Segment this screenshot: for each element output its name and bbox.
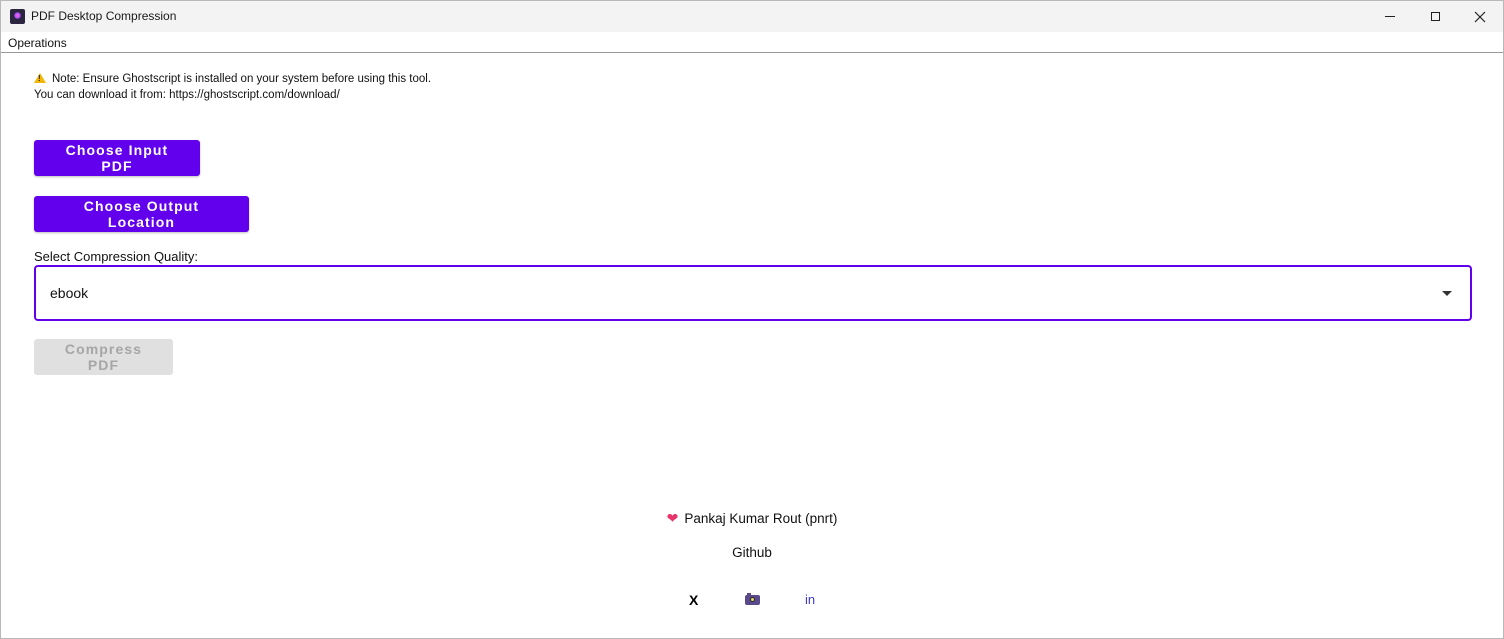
compression-quality-label: Select Compression Quality: xyxy=(34,249,199,264)
camera-icon[interactable] xyxy=(745,593,760,605)
compress-pdf-button[interactable]: Compress PDF xyxy=(34,339,173,375)
selected-quality: ebook xyxy=(50,285,89,301)
github-link[interactable]: Github xyxy=(1,544,1503,561)
author-credit: ❤ Pankaj Kumar Rout (pnrt) xyxy=(1,510,1503,527)
download-note: You can download it from: https://ghosts… xyxy=(34,89,340,101)
author-name: Pankaj Kumar Rout (pnrt) xyxy=(684,511,838,526)
minimize-button[interactable] xyxy=(1367,1,1413,32)
ghostscript-note: Note: Ensure Ghostscript is installed on… xyxy=(34,72,431,86)
title-bar: PDF Desktop Compression xyxy=(1,1,1503,32)
minimize-icon xyxy=(1385,16,1395,17)
chevron-down-icon xyxy=(1442,291,1452,296)
maximize-button[interactable] xyxy=(1412,1,1458,32)
linkedin-link[interactable]: in xyxy=(805,592,815,608)
close-icon xyxy=(1474,11,1486,22)
maximize-icon xyxy=(1430,12,1440,21)
compression-quality-select[interactable]: ebook xyxy=(34,265,1472,321)
x-link[interactable]: X xyxy=(689,592,698,608)
choose-input-pdf-button[interactable]: Choose Input PDF xyxy=(34,140,200,176)
app-icon xyxy=(10,9,25,24)
warning-icon xyxy=(34,73,46,83)
window-title: PDF Desktop Compression xyxy=(31,9,177,23)
close-button[interactable] xyxy=(1457,1,1503,32)
app-window: PDF Desktop Compression Operations Note:… xyxy=(0,0,1504,639)
heart-icon: ❤ xyxy=(666,510,679,526)
menu-operations[interactable]: Operations xyxy=(8,36,67,50)
menu-bar: Operations xyxy=(1,32,1503,53)
choose-output-location-button[interactable]: Choose Output Location xyxy=(34,196,249,232)
note-text: Note: Ensure Ghostscript is installed on… xyxy=(52,73,432,85)
